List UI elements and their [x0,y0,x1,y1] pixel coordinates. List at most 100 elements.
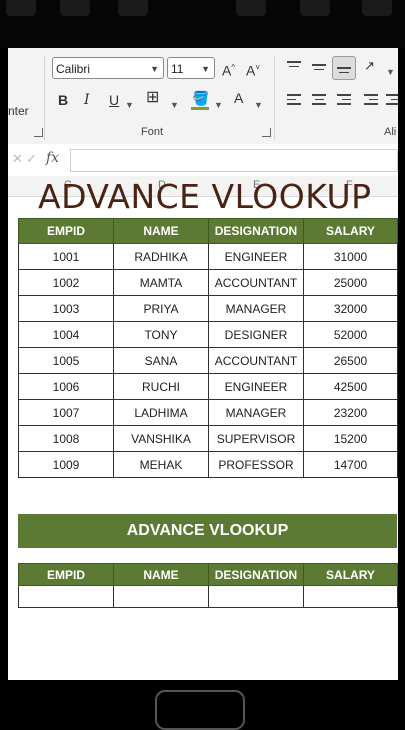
cell-salary[interactable]: 23200 [303,399,398,426]
underline-button[interactable]: U [109,92,119,108]
align-left-icon[interactable] [287,94,301,108]
cell-name[interactable]: RUCHI [113,373,209,400]
cell-designation[interactable]: MANAGER [208,399,304,426]
font-name-select[interactable]: Calibri ▼ [52,57,164,79]
font-color-button[interactable]: A [234,90,243,106]
lookup-salary-cell[interactable] [303,585,398,608]
header-salary[interactable]: SALARY [303,563,398,586]
underline-dropdown-icon[interactable]: ▼ [125,97,134,113]
ribbon: nter Calibri ▼ 11 ▼ A^ A˅ B I U ▼ ⊞ ▼ 🪣 … [8,48,398,144]
orientation-dropdown-icon[interactable]: ▼ [386,64,395,80]
cell-salary[interactable]: 15200 [303,425,398,452]
header-empid[interactable]: EMPID [18,218,114,244]
cell-empid[interactable]: 1006 [18,373,114,400]
cell-name[interactable]: VANSHIKA [113,425,209,452]
table-header-row: EMPID NAME DESIGNATION SALARY [18,218,398,244]
cell-salary[interactable]: 52000 [303,321,398,348]
lookup-designation-cell[interactable] [208,585,304,608]
enter-icon[interactable]: ✓ [26,151,37,167]
cell-empid[interactable]: 1003 [18,295,114,322]
cell-salary[interactable]: 42500 [303,373,398,400]
header-name[interactable]: NAME [113,218,209,244]
cell-designation[interactable]: SUPERVISOR [208,425,304,452]
bold-button[interactable]: B [58,92,68,108]
cell-name[interactable]: RADHIKA [113,243,209,270]
insert-function-button[interactable]: fx [46,150,59,166]
cell-name[interactable]: PRIYA [113,295,209,322]
alignment-group-label: Ali [384,126,397,138]
header-designation[interactable]: DESIGNATION [208,218,304,244]
table-row: 1003 PRIYA MANAGER 32000 [18,295,398,322]
cell-name[interactable]: MEHAK [113,451,209,478]
increase-font-size-button[interactable]: A^ [222,60,235,79]
font-size-select[interactable]: 11 ▼ [167,57,215,79]
clipboard-launcher-icon[interactable] [34,128,43,137]
cell-empid[interactable]: 1005 [18,347,114,374]
cell-designation[interactable]: ACCOUNTANT [208,347,304,374]
cell-salary[interactable]: 32000 [303,295,398,322]
cell-designation[interactable]: ENGINEER [208,243,304,270]
cell-name[interactable]: LADHIMA [113,399,209,426]
increase-indent-icon[interactable] [386,94,398,108]
table-row: 1007 LADHIMA MANAGER 23200 [18,399,398,426]
header-salary[interactable]: SALARY [303,218,398,244]
cell-salary[interactable]: 25000 [303,269,398,296]
separator [44,56,45,140]
cell-empid[interactable]: 1004 [18,321,114,348]
merge-center-partial-label[interactable]: nter [8,104,29,118]
cell-empid[interactable]: 1002 [18,269,114,296]
borders-dropdown-icon[interactable]: ▼ [170,97,179,113]
lookup-name-cell[interactable] [113,585,209,608]
borders-icon[interactable]: ⊞ [146,90,159,106]
cell-designation[interactable]: DESIGNER [208,321,304,348]
header-empid[interactable]: EMPID [18,563,114,586]
table-row: 1005 SANA ACCOUNTANT 26500 [18,347,398,374]
top-align-icon[interactable] [287,61,301,70]
bottom-align-icon [337,67,351,76]
cell-designation[interactable]: PROFESSOR [208,451,304,478]
header-designation[interactable]: DESIGNATION [208,563,304,586]
align-center-icon[interactable] [312,94,326,108]
fill-color-icon[interactable]: 🪣 [192,90,209,106]
top-bezel [0,0,405,48]
middle-align-icon[interactable] [312,64,326,73]
cell-name[interactable]: MAMTA [113,269,209,296]
orientation-icon[interactable]: ↗ [364,58,375,74]
home-indicator [155,690,245,730]
table-row [18,585,398,608]
font-launcher-icon[interactable] [262,128,271,137]
font-group-label: Font [141,126,164,138]
table-row: 1006 RUCHI ENGINEER 42500 [18,373,398,400]
table-row: 1008 VANSHIKA SUPERVISOR 15200 [18,425,398,452]
cell-name[interactable]: TONY [113,321,209,348]
lookup-banner[interactable]: ADVANCE VLOOKUP [18,514,397,548]
separator [274,56,275,140]
lookup-empid-input[interactable] [18,585,114,608]
cell-empid[interactable]: 1009 [18,451,114,478]
cell-empid[interactable]: 1008 [18,425,114,452]
formula-input[interactable] [70,149,398,172]
header-name[interactable]: NAME [113,563,209,586]
fill-dropdown-icon[interactable]: ▼ [214,97,223,113]
cell-designation[interactable]: ACCOUNTANT [208,269,304,296]
font-color-dropdown-icon[interactable]: ▼ [254,97,263,113]
cell-salary[interactable]: 14700 [303,451,398,478]
decrease-font-size-button[interactable]: A˅ [246,60,260,79]
table-header-row: EMPID NAME DESIGNATION SALARY [18,563,398,586]
worksheet[interactable]: C D E F ADVANCE VLOOKUP EMPID NAME DESIG… [8,176,398,680]
table-row: 1004 TONY DESIGNER 52000 [18,321,398,348]
fill-color-swatch [191,107,209,110]
cell-salary[interactable]: 31000 [303,243,398,270]
italic-button[interactable]: I [84,92,90,108]
cell-salary[interactable]: 26500 [303,347,398,374]
align-right-icon[interactable] [337,94,351,108]
cell-name[interactable]: SANA [113,347,209,374]
cell-designation[interactable]: ENGINEER [208,373,304,400]
cell-designation[interactable]: MANAGER [208,295,304,322]
cell-empid[interactable]: 1007 [18,399,114,426]
cell-empid[interactable]: 1001 [18,243,114,270]
formula-bar: ✕ ✓ fx [8,144,398,177]
cancel-icon[interactable]: ✕ [12,151,23,167]
table-row: 1001 RADHIKA ENGINEER 31000 [18,243,398,270]
decrease-indent-icon[interactable] [364,94,378,108]
